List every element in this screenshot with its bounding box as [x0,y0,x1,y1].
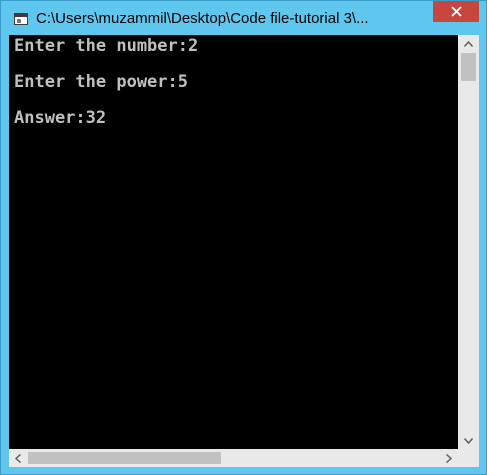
arrow-left-icon [15,453,21,463]
arrow-right-icon [446,453,452,463]
console-client-area: Enter the number:2 Enter the power:5 Ans… [9,35,479,467]
arrow-up-icon [464,40,473,47]
console-line: Enter the power:5 [14,72,188,92]
console-output[interactable]: Enter the number:2 Enter the power:5 Ans… [9,35,458,449]
arrow-down-icon [464,437,473,444]
scrollbar-corner [458,449,479,467]
vertical-scrollbar[interactable] [458,35,479,449]
close-button[interactable] [433,1,479,22]
vertical-scroll-thumb[interactable] [461,53,476,81]
window-title: C:\Users\muzammil\Desktop\Code file-tuto… [36,10,369,27]
console-window: C:\Users\muzammil\Desktop\Code file-tuto… [0,0,487,475]
console-line: Enter the number:2 [14,36,199,56]
close-icon [450,6,462,17]
console-window-icon[interactable] [14,13,28,25]
horizontal-scroll-thumb[interactable] [28,452,221,464]
scroll-up-button[interactable] [458,35,479,52]
title-bar[interactable]: C:\Users\muzammil\Desktop\Code file-tuto… [1,1,486,35]
console-line: Answer:32 [14,108,107,128]
horizontal-scrollbar[interactable] [9,449,458,467]
scroll-right-button[interactable] [440,449,458,467]
scroll-left-button[interactable] [9,449,27,467]
scroll-down-button[interactable] [458,432,479,449]
